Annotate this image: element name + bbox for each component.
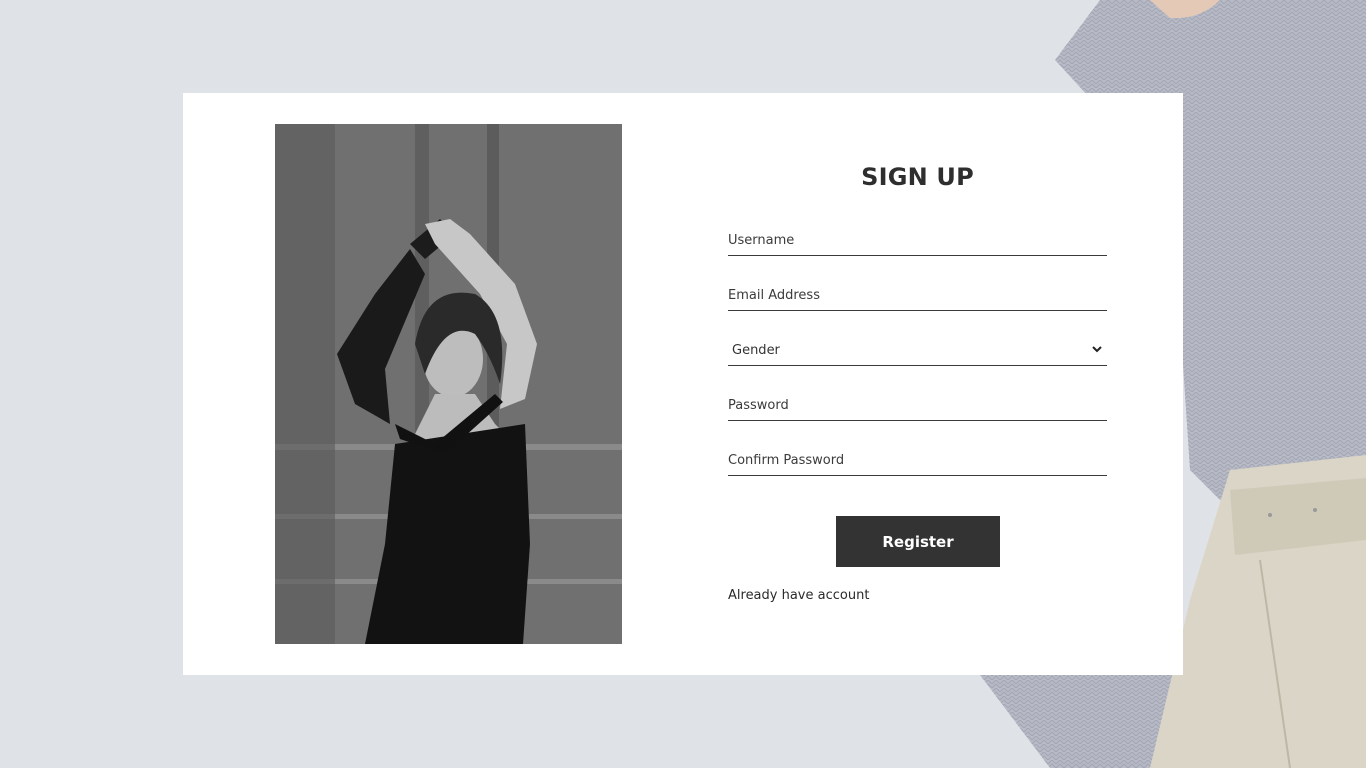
register-button[interactable]: Register bbox=[836, 516, 1000, 567]
chevron-down-icon bbox=[1092, 346, 1102, 353]
email-field-wrapper bbox=[728, 281, 1107, 311]
username-field-wrapper bbox=[728, 226, 1107, 256]
password-field[interactable] bbox=[728, 391, 1107, 419]
gender-select[interactable]: Gender bbox=[728, 336, 1107, 366]
email-field[interactable] bbox=[728, 281, 1107, 309]
confirm-password-field-wrapper bbox=[728, 446, 1107, 476]
signup-card: SIGN UP Gender Register Already have acc… bbox=[183, 93, 1183, 675]
confirm-password-field[interactable] bbox=[728, 446, 1107, 474]
model-photo bbox=[275, 124, 622, 644]
username-field[interactable] bbox=[728, 226, 1107, 254]
page-title: SIGN UP bbox=[861, 163, 974, 191]
gender-select-value: Gender bbox=[732, 343, 780, 358]
login-link[interactable]: Already have account bbox=[728, 588, 869, 603]
password-field-wrapper bbox=[728, 391, 1107, 421]
